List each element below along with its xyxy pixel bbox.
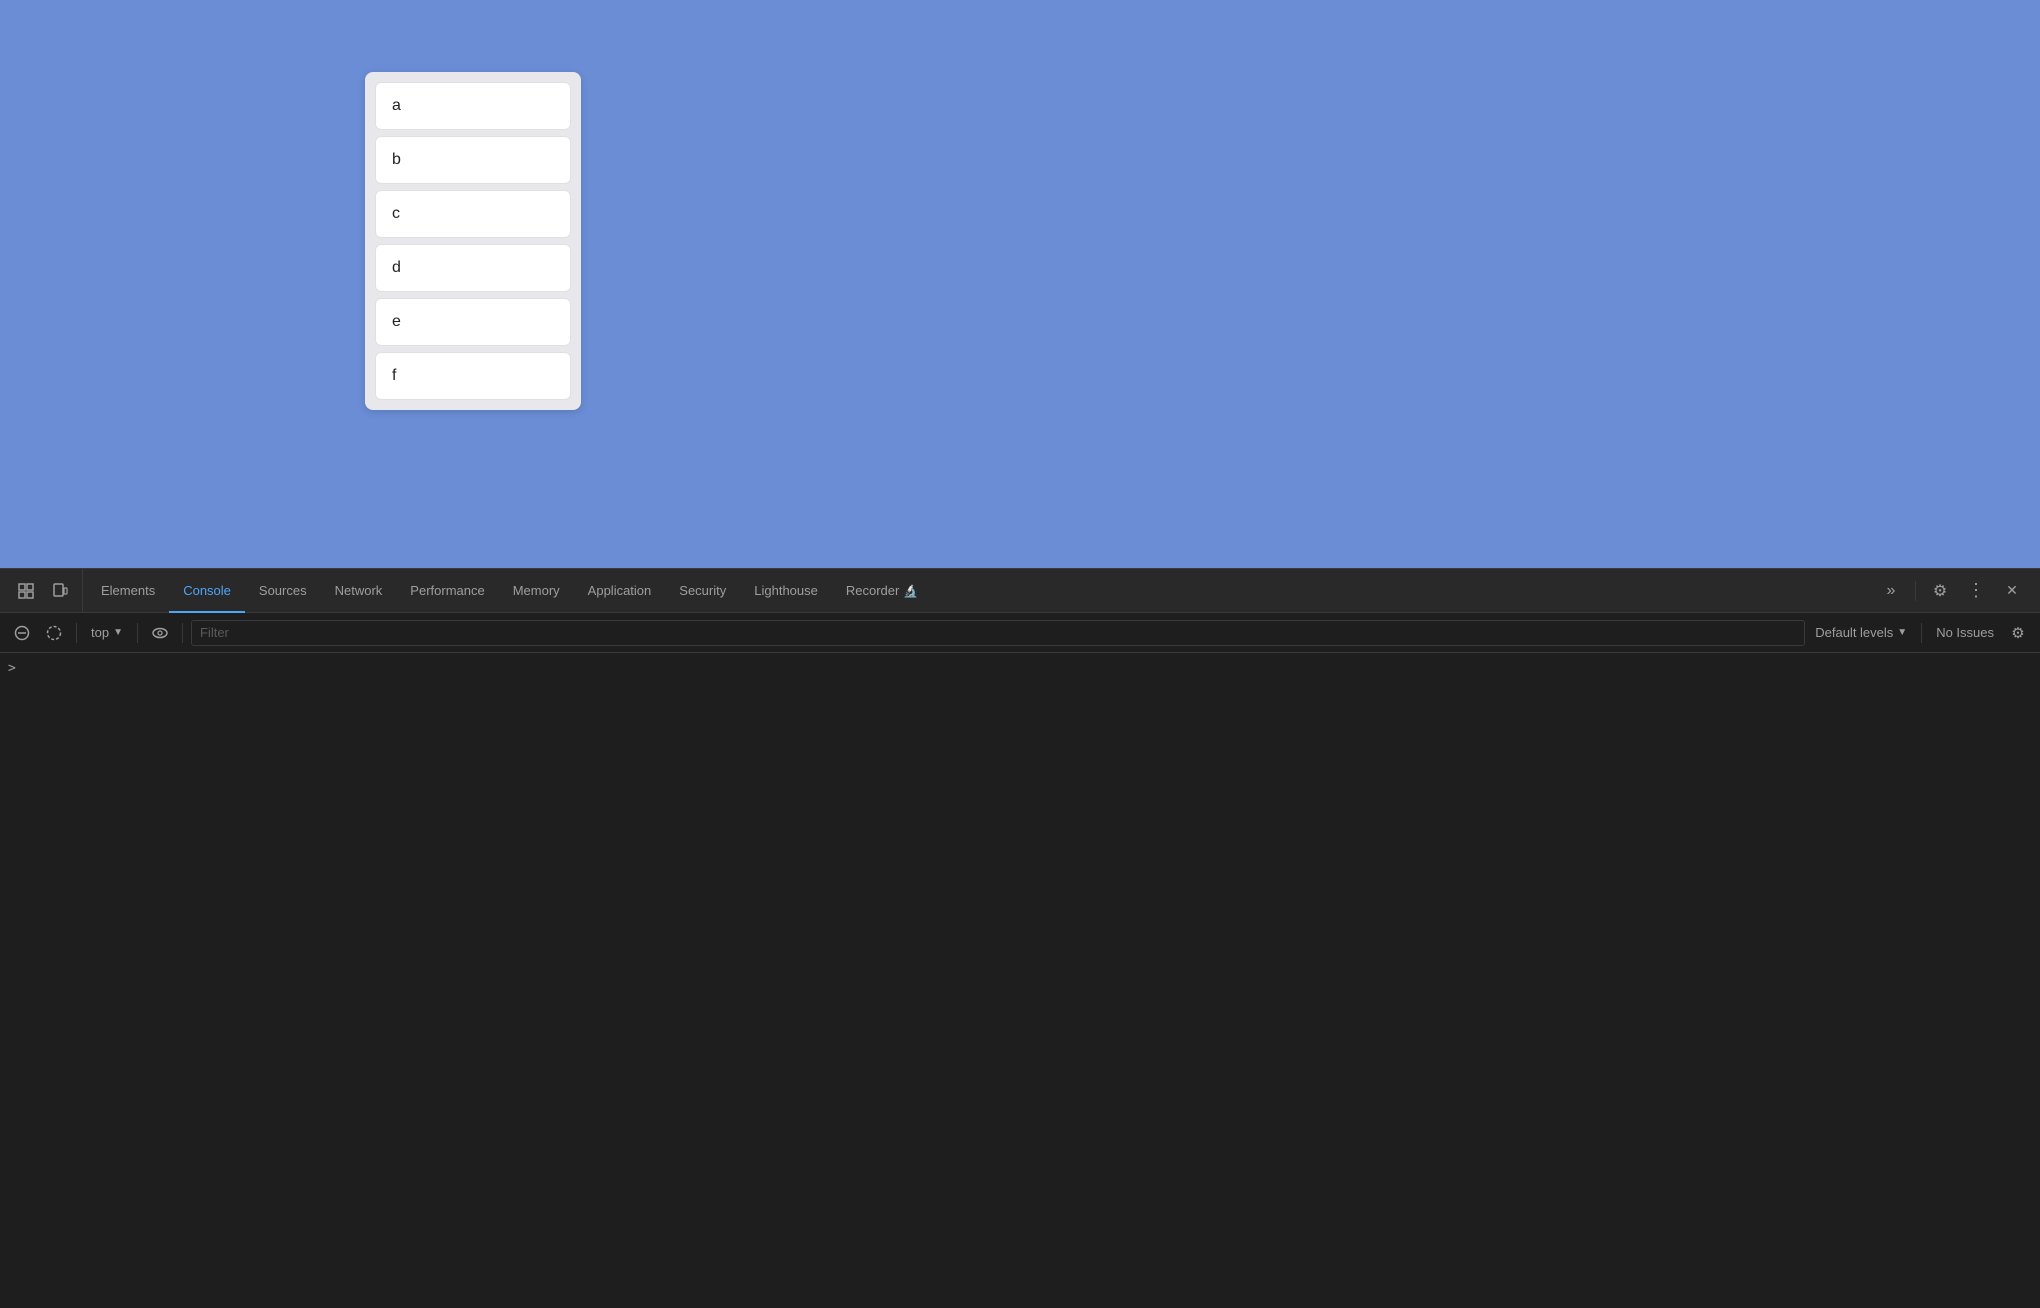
devtools-right-controls: » ⚙ ⋮ ✕ (1867, 569, 2036, 612)
tab-memory[interactable]: Memory (499, 570, 574, 613)
devtools-left-icons (4, 569, 83, 612)
tab-security[interactable]: Security (665, 570, 740, 613)
context-label: top (91, 625, 109, 640)
tab-lighthouse[interactable]: Lighthouse (740, 570, 832, 613)
list-item[interactable]: c (375, 190, 571, 238)
clear-console-button[interactable] (8, 619, 36, 647)
console-prompt-arrow: > (8, 661, 16, 676)
default-levels-label: Default levels (1815, 625, 1893, 640)
tab-performance[interactable]: Performance (396, 570, 498, 613)
tab-elements[interactable]: Elements (87, 570, 169, 613)
default-levels-dropdown-icon: ▼ (1897, 627, 1907, 638)
toolbar-divider-4 (1921, 623, 1922, 643)
browser-content: a b c d e f (0, 0, 2040, 568)
context-selector[interactable]: top ▼ (85, 621, 129, 644)
settings-button[interactable]: ⚙ (1924, 575, 1956, 607)
console-prompt-line[interactable]: > (8, 657, 2032, 680)
tab-recorder[interactable]: Recorder 🔬 (832, 570, 932, 613)
default-levels-button[interactable]: Default levels ▼ (1809, 621, 1913, 644)
recorder-icon: 🔬 (903, 584, 918, 598)
toolbar-divider-3 (182, 623, 183, 643)
console-content: > (0, 653, 2040, 1308)
list-item[interactable]: a (375, 82, 571, 130)
toolbar-divider-1 (76, 623, 77, 643)
eye-button[interactable] (146, 619, 174, 647)
more-options-button[interactable]: ⋮ (1960, 575, 1992, 607)
card-container: a b c d e f (365, 72, 581, 410)
show-issues-button[interactable] (40, 619, 68, 647)
inspect-element-button[interactable] (10, 575, 42, 607)
list-item[interactable]: b (375, 136, 571, 184)
devtools-tabbar: Elements Console Sources Network Perform… (0, 569, 2040, 613)
list-item[interactable]: f (375, 352, 571, 400)
device-toolbar-button[interactable] (44, 575, 76, 607)
tab-console[interactable]: Console (169, 570, 245, 613)
console-toolbar: top ▼ Default levels ▼ No Issues ⚙ (0, 613, 2040, 653)
close-devtools-button[interactable]: ✕ (1996, 575, 2028, 607)
tab-divider (1915, 581, 1916, 601)
filter-input[interactable] (191, 620, 1805, 646)
devtools-tabs: Elements Console Sources Network Perform… (87, 569, 1867, 612)
tab-network[interactable]: Network (321, 570, 397, 613)
console-settings-button[interactable]: ⚙ (2004, 619, 2032, 647)
toolbar-divider-2 (137, 623, 138, 643)
list-item[interactable]: d (375, 244, 571, 292)
context-dropdown-icon: ▼ (113, 627, 123, 638)
tab-sources[interactable]: Sources (245, 570, 321, 613)
tab-application[interactable]: Application (574, 570, 666, 613)
list-item[interactable]: e (375, 298, 571, 346)
more-tabs-button[interactable]: » (1875, 575, 1907, 607)
no-issues-button[interactable]: No Issues (1930, 621, 2000, 644)
no-issues-label: No Issues (1936, 625, 1994, 640)
devtools-panel: Elements Console Sources Network Perform… (0, 568, 2040, 1308)
